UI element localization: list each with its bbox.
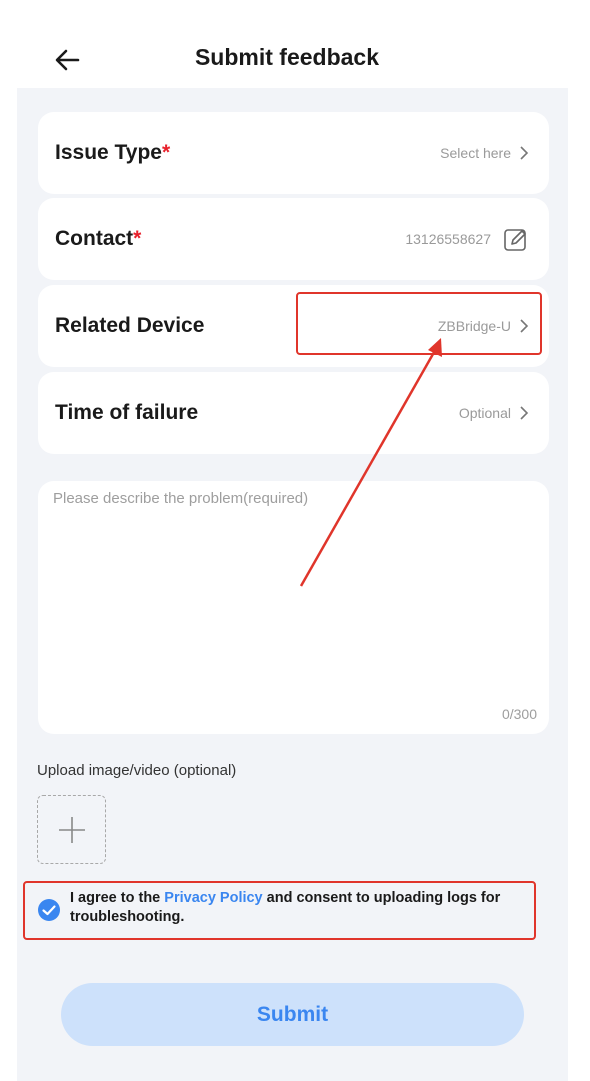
header: Submit feedback: [0, 0, 590, 88]
time-of-failure-value: Optional: [459, 372, 529, 454]
chevron-right-icon: [520, 406, 529, 420]
submit-button[interactable]: Submit: [61, 983, 524, 1046]
upload-label: Upload image/video (optional): [37, 762, 237, 779]
required-mark: *: [133, 227, 142, 250]
related-device-label: Related Device: [55, 314, 205, 337]
contact-value: 13126558627: [405, 198, 529, 280]
plus-icon: [59, 817, 85, 843]
contact-label: Contact*: [55, 227, 142, 250]
contact-row[interactable]: Contact* 13126558627: [38, 198, 549, 280]
issue-type-value: Select here: [440, 112, 529, 194]
issue-type-row[interactable]: Issue Type* Select here: [38, 112, 549, 194]
description-textarea[interactable]: Please describe the problem(required) 0/…: [38, 481, 549, 734]
annotation-highlight-device: [296, 292, 542, 355]
chevron-right-icon: [520, 146, 529, 160]
edit-icon[interactable]: [503, 226, 529, 252]
time-of-failure-label: Time of failure: [55, 401, 199, 424]
character-counter: 0/300: [501, 706, 537, 722]
issue-type-label: Issue Type*: [55, 141, 171, 164]
time-of-failure-row[interactable]: Time of failure Optional: [38, 372, 549, 454]
page-title: Submit feedback: [194, 44, 380, 70]
required-mark: *: [162, 141, 171, 164]
annotation-highlight-agreement: [23, 881, 536, 940]
description-placeholder: Please describe the problem(required): [53, 490, 309, 507]
upload-button[interactable]: [37, 795, 106, 864]
